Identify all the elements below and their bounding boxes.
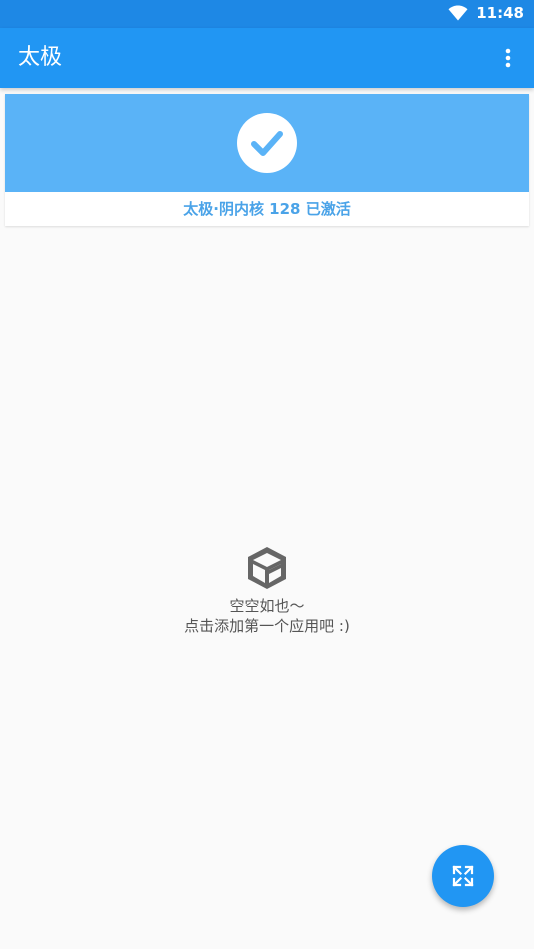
- status-bar: 11:48: [0, 0, 534, 28]
- add-app-fab[interactable]: [432, 845, 494, 907]
- status-banner: [5, 94, 529, 192]
- status-time: 11:48: [476, 4, 524, 22]
- more-vert-icon: [505, 48, 511, 68]
- app-title: 太极: [18, 45, 63, 70]
- wifi-icon: [448, 5, 468, 21]
- box-icon: [248, 547, 286, 589]
- framework-status-text: 太极·阴内核 128 已激活: [183, 200, 351, 218]
- framework-status-card[interactable]: 太极·阴内核 128 已激活: [5, 94, 529, 226]
- empty-title: 空空如也～: [229, 597, 305, 615]
- empty-hint: 点击添加第一个应用吧 :): [184, 617, 350, 635]
- status-bar-right: 11:48: [448, 4, 524, 22]
- more-options-button[interactable]: [488, 38, 528, 78]
- expand-icon: [452, 865, 474, 887]
- check-circle: [237, 113, 297, 173]
- empty-state: 空空如也～ 点击添加第一个应用吧 :): [0, 544, 534, 636]
- app-bar: 太极: [0, 28, 534, 88]
- check-icon: [251, 131, 283, 156]
